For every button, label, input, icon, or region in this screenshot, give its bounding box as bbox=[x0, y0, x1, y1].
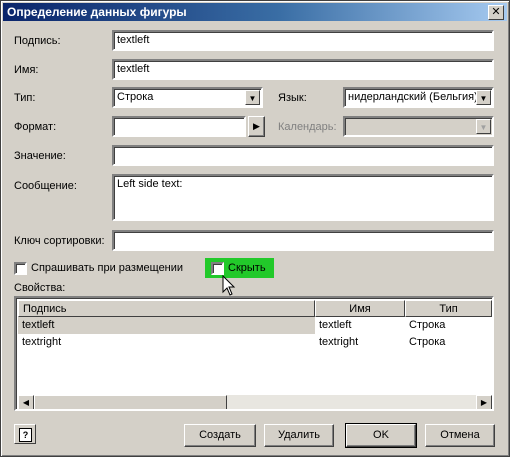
table-row[interactable]: textright textright Строка bbox=[18, 334, 492, 351]
caption-input[interactable]: textleft bbox=[112, 30, 494, 51]
row-caption: textright bbox=[22, 336, 62, 348]
message-label: Сообщение: bbox=[14, 180, 77, 192]
language-value: нидерландский (Бельгия) bbox=[348, 91, 478, 103]
table-row[interactable]: textleft textleft Строка bbox=[18, 317, 492, 334]
row-type: Строка bbox=[409, 336, 446, 348]
properties-list[interactable]: Подпись Имя Тип textleft textleft Строка… bbox=[14, 296, 494, 411]
chevron-down-icon[interactable]: ▼ bbox=[245, 90, 260, 105]
column-header-name[interactable]: Имя bbox=[315, 300, 405, 317]
name-label: Имя: bbox=[14, 64, 39, 76]
chevron-down-icon[interactable]: ▼ bbox=[476, 90, 491, 105]
format-picker-button[interactable]: ▶ bbox=[248, 116, 265, 137]
create-button[interactable]: Создать bbox=[184, 424, 256, 447]
value-label: Значение: bbox=[14, 150, 66, 162]
delete-button[interactable]: Удалить bbox=[264, 424, 334, 447]
help-icon: ? bbox=[19, 428, 32, 442]
hide-checkbox[interactable] bbox=[211, 262, 224, 275]
type-value: Строка bbox=[117, 91, 154, 103]
scrollbar-thumb[interactable] bbox=[34, 395, 227, 409]
type-label: Тип: bbox=[14, 92, 36, 104]
scroll-right-icon[interactable]: ▶ bbox=[476, 395, 492, 409]
help-button[interactable]: ? bbox=[14, 424, 36, 444]
language-label: Язык: bbox=[278, 92, 307, 104]
name-input[interactable]: textleft bbox=[112, 59, 494, 80]
calendar-dropdown: ▼ bbox=[343, 116, 494, 137]
format-label: Формат: bbox=[14, 121, 57, 133]
window-title: Определение данных фигуры bbox=[7, 5, 187, 19]
row-name: textleft bbox=[319, 319, 352, 331]
format-input[interactable] bbox=[112, 116, 246, 137]
row-type: Строка bbox=[409, 319, 446, 331]
chevron-down-icon: ▼ bbox=[476, 119, 491, 134]
language-dropdown[interactable]: нидерландский (Бельгия) ▼ bbox=[343, 87, 494, 108]
value-input[interactable] bbox=[112, 145, 494, 166]
caption-label: Подпись: bbox=[14, 35, 61, 47]
mouse-cursor-icon bbox=[222, 275, 236, 296]
hide-label: Скрыть bbox=[228, 262, 266, 274]
sortkey-input[interactable] bbox=[112, 230, 494, 251]
column-header-type[interactable]: Тип bbox=[405, 300, 492, 317]
message-textarea[interactable]: Left side text: bbox=[112, 174, 494, 221]
ask-on-drop-checkbox[interactable] bbox=[14, 262, 27, 275]
properties-label: Свойства: bbox=[14, 282, 66, 294]
ask-on-drop-label: Спрашивать при размещении bbox=[31, 262, 184, 274]
type-dropdown[interactable]: Строка ▼ bbox=[112, 87, 263, 108]
column-header-caption[interactable]: Подпись bbox=[18, 300, 315, 317]
row-name: textright bbox=[319, 336, 359, 348]
close-button[interactable]: ✕ bbox=[488, 5, 504, 20]
ok-button[interactable]: OK bbox=[345, 423, 417, 448]
arrow-right-icon: ▶ bbox=[253, 121, 260, 131]
title-bar: Определение данных фигуры ✕ bbox=[3, 3, 507, 21]
row-caption: textleft bbox=[22, 319, 55, 331]
calendar-label: Календарь: bbox=[278, 121, 337, 133]
cancel-button[interactable]: Отмена bbox=[425, 424, 495, 447]
sortkey-label: Ключ сортировки: bbox=[14, 235, 105, 247]
scroll-left-icon[interactable]: ◀ bbox=[18, 395, 34, 409]
horizontal-scrollbar[interactable]: ◀ ▶ bbox=[18, 395, 492, 409]
